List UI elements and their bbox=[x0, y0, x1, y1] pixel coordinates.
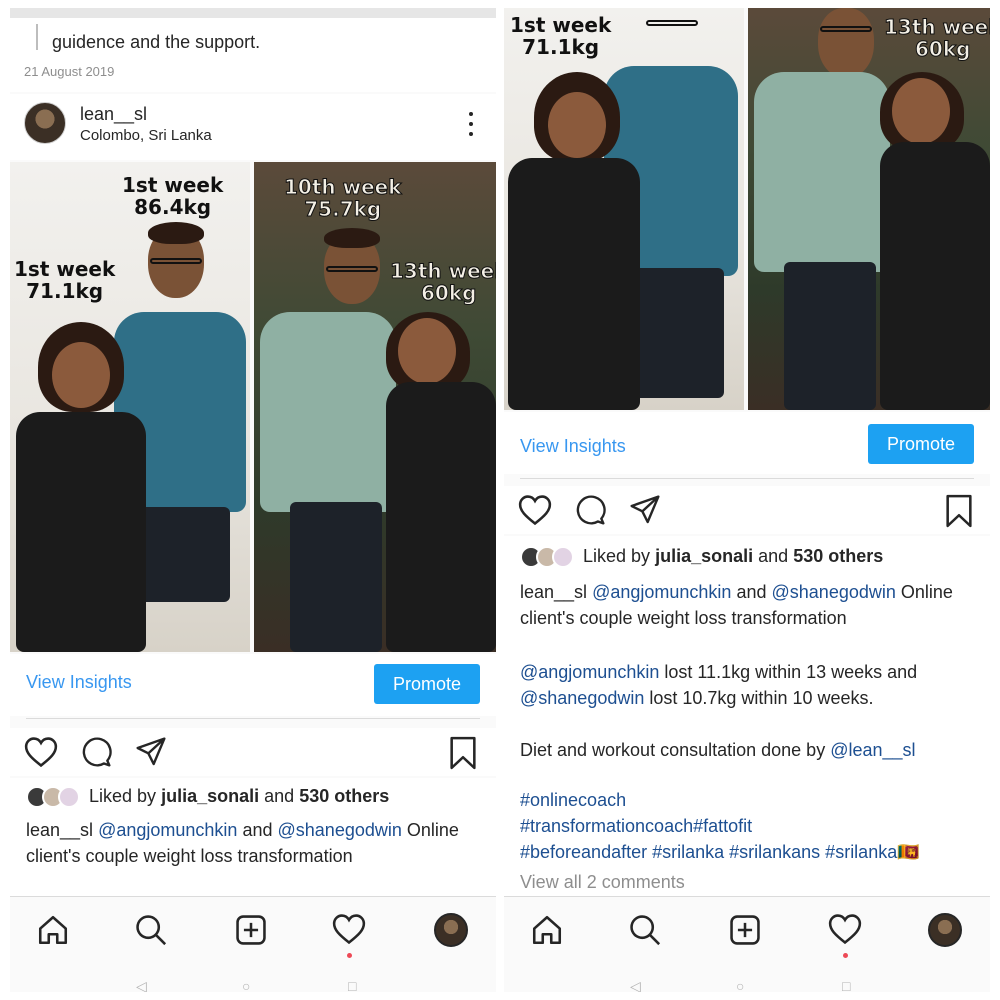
mention-link[interactable]: @angjomunchkin bbox=[98, 820, 237, 840]
post-photo-before[interactable]: 1st week 86.4kg 1st week 71.1kg bbox=[10, 162, 250, 652]
home-circle-icon[interactable]: ○ bbox=[242, 978, 250, 992]
recents-icon[interactable]: □ bbox=[842, 978, 850, 992]
right-screenshot: 1st week 71.1kg 13th week 60kg View Insi… bbox=[504, 8, 990, 992]
mention-link[interactable]: @shanegodwin bbox=[772, 582, 896, 602]
avatar bbox=[58, 786, 80, 809]
system-nav-bar: ◁ ○ □ bbox=[10, 970, 496, 992]
avatar bbox=[552, 546, 574, 569]
notification-dot bbox=[347, 953, 352, 958]
bookmark-icon[interactable] bbox=[944, 494, 974, 528]
mention-link[interactable]: @shanegodwin bbox=[278, 820, 402, 840]
post-date: 21 August 2019 bbox=[24, 64, 115, 79]
post-caption-area: Liked by julia_sonali and 530 others lea… bbox=[10, 778, 496, 896]
view-insights-link[interactable]: View Insights bbox=[26, 672, 132, 693]
photo-label-him-tenth: 10th week 75.7kg bbox=[284, 175, 402, 221]
post-username[interactable]: lean__sl bbox=[80, 104, 147, 125]
likes-count[interactable]: 530 others bbox=[299, 786, 389, 806]
post-header: lean__sl Colombo, Sri Lanka bbox=[10, 94, 496, 160]
likes-line[interactable]: Liked by julia_sonali and 530 others bbox=[520, 546, 883, 569]
bookmark-icon[interactable] bbox=[448, 736, 478, 770]
mention-link[interactable]: @angjomunchkin bbox=[520, 662, 659, 682]
mention-link[interactable]: @lean__sl bbox=[830, 740, 915, 760]
home-icon[interactable] bbox=[530, 913, 564, 947]
post-location[interactable]: Colombo, Sri Lanka bbox=[80, 127, 212, 144]
hashtag-line-1[interactable]: #onlinecoach bbox=[520, 790, 626, 811]
divider bbox=[26, 718, 480, 719]
quote-bar bbox=[36, 24, 38, 50]
view-insights-link[interactable]: View Insights bbox=[520, 436, 626, 457]
view-comments-link[interactable]: View all 2 comments bbox=[520, 872, 685, 893]
caption-tail-text: guidence and the support. bbox=[52, 32, 261, 52]
avatar[interactable] bbox=[24, 102, 66, 144]
recents-icon[interactable]: □ bbox=[348, 978, 356, 992]
post-photo-after[interactable]: 13th week 60kg bbox=[748, 8, 990, 410]
caption-line-4: @shanegodwin lost 10.7kg within 10 weeks… bbox=[520, 688, 874, 708]
likes-line[interactable]: Liked by julia_sonali and 530 others bbox=[26, 786, 389, 809]
bottom-nav bbox=[504, 896, 990, 968]
liker-username[interactable]: julia_sonali bbox=[161, 786, 259, 806]
heart-icon[interactable] bbox=[332, 913, 366, 945]
home-circle-icon[interactable]: ○ bbox=[736, 978, 744, 992]
hashtag-line-3[interactable]: #beforeandafter #srilanka #srilankans #s… bbox=[520, 842, 920, 863]
home-icon[interactable] bbox=[36, 913, 70, 947]
caption-line-2: client's couple weight loss transformati… bbox=[26, 846, 353, 866]
caption-line-1: lean__sl @angjomunchkin and @shanegodwin… bbox=[26, 820, 459, 840]
photo-label-him-first: 1st week 86.4kg bbox=[122, 173, 224, 219]
caption-line-5: Diet and workout consultation done by @l… bbox=[520, 740, 916, 760]
caption-line-3: @angjomunchkin lost 11.1kg within 13 wee… bbox=[520, 662, 918, 682]
left-screenshot: guidence and the support. 21 August 2019… bbox=[10, 8, 496, 992]
caption-line-2: client's couple weight loss transformati… bbox=[520, 608, 847, 628]
plus-square-icon[interactable] bbox=[728, 913, 762, 947]
heart-icon[interactable] bbox=[24, 736, 58, 768]
divider bbox=[520, 478, 974, 479]
mention-link[interactable]: @angjomunchkin bbox=[592, 582, 731, 602]
insights-row: View Insights Promote bbox=[10, 654, 496, 716]
profile-avatar[interactable] bbox=[928, 913, 962, 947]
photo-label-her-first: 1st week 71.1kg bbox=[14, 257, 116, 303]
post-photo-before[interactable]: 1st week 71.1kg bbox=[504, 8, 744, 410]
heart-icon[interactable] bbox=[828, 913, 862, 945]
search-icon[interactable] bbox=[134, 913, 168, 947]
insights-row: View Insights Promote bbox=[504, 412, 990, 474]
post-photo-after[interactable]: 10th week 75.7kg 13th week 60kg bbox=[254, 162, 496, 652]
photo-label-her-first: 1st week 71.1kg bbox=[510, 13, 612, 59]
post-caption-area: Liked by julia_sonali and 530 others lea… bbox=[504, 536, 990, 896]
plus-square-icon[interactable] bbox=[234, 913, 268, 947]
comment-icon[interactable] bbox=[80, 736, 112, 768]
hashtag-line-2[interactable]: #transformationcoach#fattofit bbox=[520, 816, 752, 837]
system-nav-bar: ◁ ○ □ bbox=[504, 970, 990, 992]
search-icon[interactable] bbox=[628, 913, 662, 947]
bottom-nav bbox=[10, 896, 496, 968]
paper-plane-icon[interactable] bbox=[134, 736, 168, 768]
mention-link[interactable]: @shanegodwin bbox=[520, 688, 644, 708]
back-icon[interactable]: ◁ bbox=[630, 978, 641, 992]
promote-button[interactable]: Promote bbox=[868, 424, 974, 464]
comment-icon[interactable] bbox=[574, 494, 606, 526]
promote-button[interactable]: Promote bbox=[374, 664, 480, 704]
caption-username[interactable]: lean__sl bbox=[26, 820, 93, 840]
previous-post-caption: guidence and the support. 21 August 2019 bbox=[10, 8, 496, 92]
liker-username[interactable]: julia_sonali bbox=[655, 546, 753, 566]
profile-avatar[interactable] bbox=[434, 913, 468, 947]
heart-icon[interactable] bbox=[518, 494, 552, 526]
likes-count[interactable]: 530 others bbox=[793, 546, 883, 566]
photo-label-her-thirteenth: 13th week 60kg bbox=[390, 259, 496, 305]
back-icon[interactable]: ◁ bbox=[136, 978, 147, 992]
caption-username[interactable]: lean__sl bbox=[520, 582, 587, 602]
photo-label-her-thirteenth: 13th week 60kg bbox=[884, 15, 990, 61]
paper-plane-icon[interactable] bbox=[628, 494, 662, 526]
caption-line-1: lean__sl @angjomunchkin and @shanegodwin… bbox=[520, 582, 953, 602]
notification-dot bbox=[843, 953, 848, 958]
more-options-icon[interactable] bbox=[468, 112, 474, 136]
action-bar bbox=[10, 728, 496, 776]
action-bar bbox=[504, 486, 990, 534]
